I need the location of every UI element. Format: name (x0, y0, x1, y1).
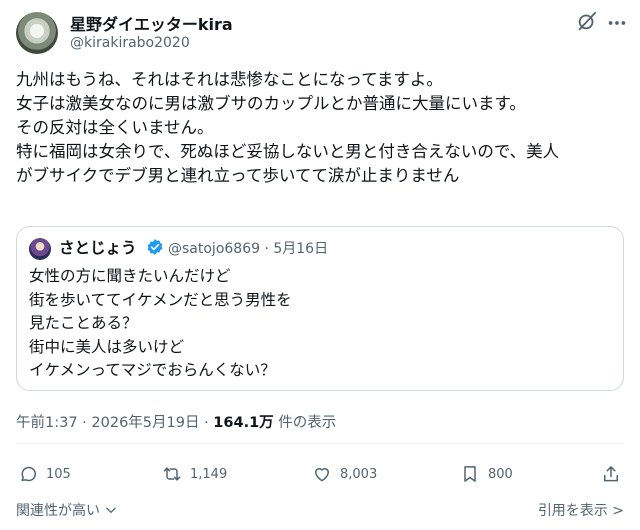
author-avatar[interactable] (16, 12, 58, 54)
action-bar: 105 1,149 8,003 800 (16, 462, 626, 486)
bookmark-icon (464, 466, 476, 482)
reply-sort-label: 関連性が高い (16, 503, 100, 519)
quote-line: 女性の方に聞きたいんだけど (29, 267, 231, 285)
post-line: 特に福岡は女余りで、死ぬほど妥協しないと男と付き合えないので、美人 (16, 142, 560, 161)
like-button[interactable]: 8,003 (312, 462, 377, 486)
post-timestamp[interactable]: 午前1:37 · 2026年5月19日 · (16, 415, 213, 431)
quote-author-handle-date: @satojo6869 · 5月16日 (168, 241, 329, 257)
quote-author-avatar (29, 238, 51, 260)
post-meta: 午前1:37 · 2026年5月19日 · 164.1万 件の表示 (16, 411, 336, 432)
quote-line: 街を歩いててイケメンだと思う男性を (29, 290, 292, 309)
post-line: 女子は激美女なのに男は激ブサのカップルとか普通に大量にいます。 (16, 94, 526, 113)
repost-count: 1,149 (190, 466, 228, 482)
quote-text: 女性の方に聞きたいんだけど 街を歩いててイケメンだと思う男性を 見たことある？ … (29, 265, 292, 383)
repost-button[interactable]: 1,149 (162, 462, 227, 486)
more-icon[interactable] (606, 12, 628, 34)
heart-icon (315, 468, 329, 482)
view-count: 164.1万 (213, 415, 274, 431)
view-quotes-link[interactable]: 引用を表示 > (538, 500, 624, 520)
repost-icon (163, 467, 181, 481)
quote-line: 見たことある？ (29, 314, 138, 332)
like-count: 8,003 (340, 466, 378, 482)
view-count-label: 件の表示 (273, 415, 337, 431)
bookmark-button[interactable]: 800 (460, 462, 513, 486)
post-text: 九州はもうね、それはそれは悲惨なことになってますよ。 女子は激美女なのに男は激ブ… (16, 68, 628, 188)
bookmark-count: 800 (488, 466, 513, 482)
reply-icon (21, 466, 36, 482)
post-header: 星野ダイエッターkira @kirakirabo2020 (12, 8, 628, 56)
verified-badge-icon (147, 239, 163, 255)
grok-icon[interactable] (576, 10, 598, 32)
author-display-name[interactable]: 星野ダイエッターkira (70, 11, 233, 35)
reply-count: 105 (46, 466, 71, 482)
share-icon (604, 466, 618, 482)
quoted-post[interactable]: さとじょう @satojo6869 · 5月16日 女性の方に聞きたいんだけど … (16, 226, 624, 391)
quote-author-name: さとじょう (59, 239, 137, 257)
reply-button[interactable]: 105 (18, 462, 71, 486)
post-line: その反対は全くいません。 (16, 118, 214, 137)
quote-line: 街中に美人は多いけど (29, 337, 185, 356)
chevron-down-icon (106, 507, 116, 513)
divider (16, 443, 624, 444)
reply-sort-dropdown[interactable]: 関連性が高い (16, 500, 118, 520)
post-line: がブサイクでデブ男と連れ立って歩いてて涙が止まりません (16, 166, 460, 185)
share-button[interactable] (601, 462, 629, 486)
quote-line: イケメンってマジでおらんくない？ (29, 361, 276, 379)
post-line: 九州はもうね、それはそれは悲惨なことになってますよ。 (16, 70, 443, 89)
author-handle[interactable]: @kirakirabo2020 (70, 35, 190, 51)
